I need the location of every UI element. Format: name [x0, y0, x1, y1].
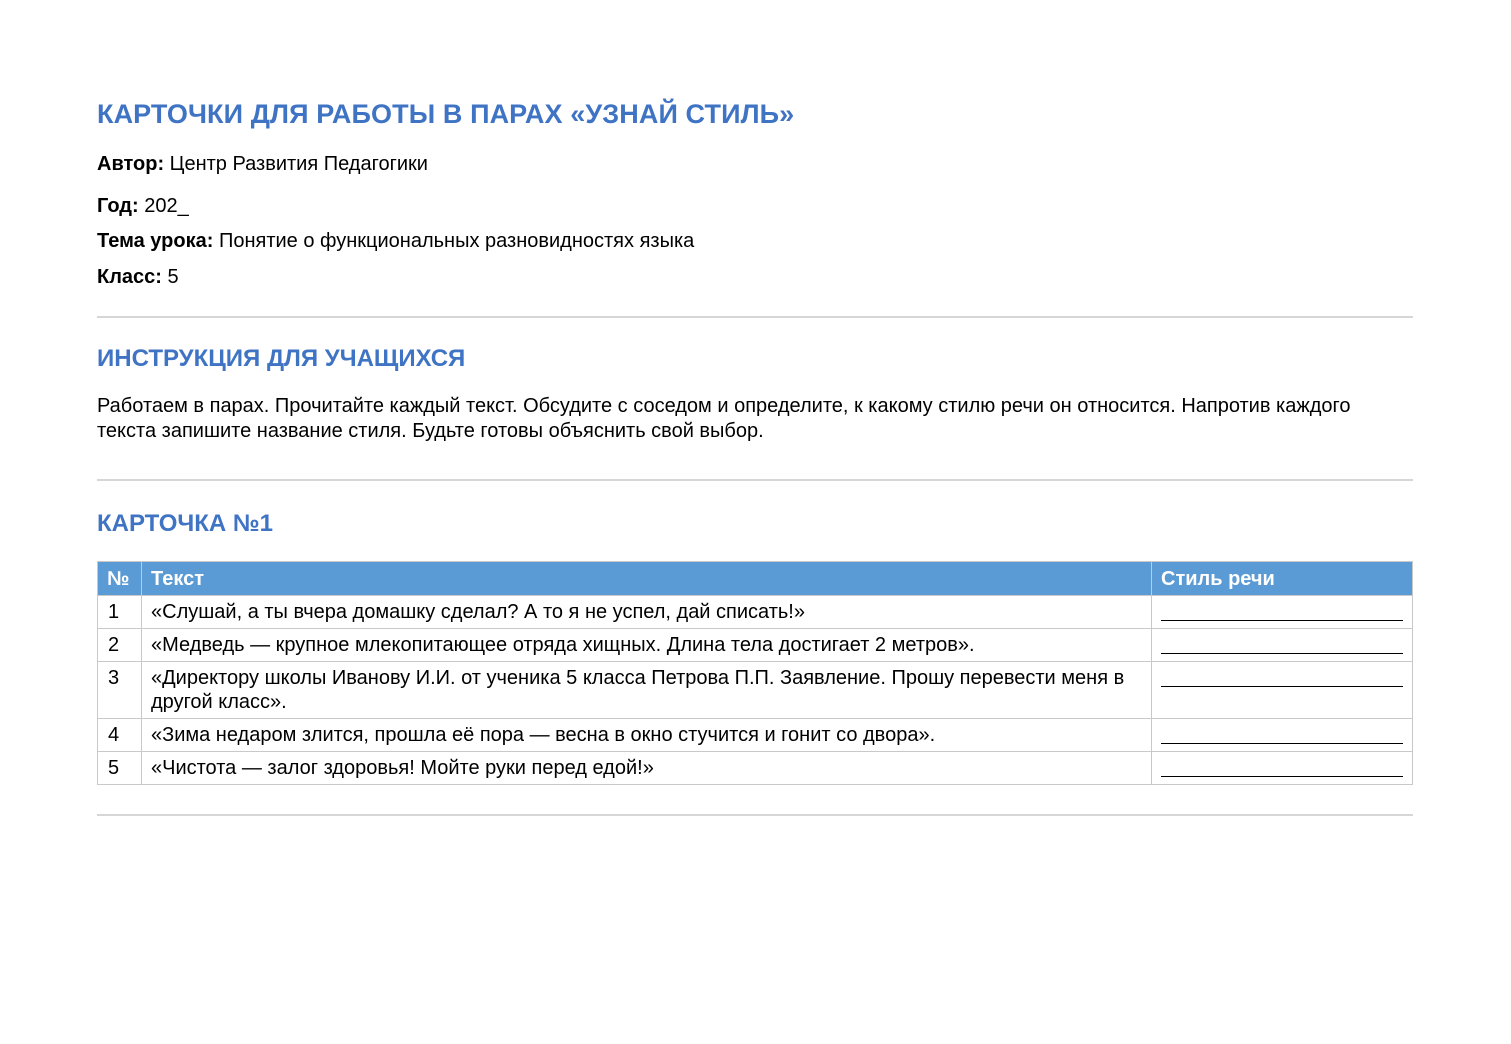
style-answer-cell[interactable] [1151, 718, 1413, 752]
divider [97, 814, 1413, 816]
answer-blank-line[interactable] [1161, 666, 1403, 687]
row-number: 4 [97, 718, 142, 752]
meta-class-value: 5 [167, 266, 179, 288]
divider [97, 479, 1413, 481]
style-answer-cell[interactable] [1151, 661, 1413, 719]
row-number: 1 [97, 595, 142, 629]
document-title: КАРТОЧКИ ДЛЯ РАБОТЫ В ПАРАХ «УЗНАЙ СТИЛЬ… [97, 99, 795, 129]
style-answer-cell[interactable] [1151, 751, 1413, 785]
table-row: 2 «Медведь — крупное млекопитающее отряд… [97, 628, 1413, 662]
card-title: КАРТОЧКА №1 [97, 510, 274, 537]
row-number: 5 [97, 751, 142, 785]
meta-topic-value: Понятие о функциональных разновидностях … [218, 230, 695, 252]
divider [97, 316, 1413, 318]
style-answer-cell[interactable] [1151, 595, 1413, 629]
meta-class-label: Класс: [97, 266, 162, 288]
column-header-text: Текст [141, 561, 1152, 596]
instructions-text: Работаем в парах. Прочитайте каждый текс… [97, 395, 1351, 442]
instructions-title: ИНСТРУКЦИЯ ДЛЯ УЧАЩИХСЯ [97, 345, 466, 372]
row-text: «Директору школы Иванову И.И. от ученика… [141, 661, 1152, 719]
meta-author: Автор: Центр Развития Педагогики [97, 152, 1413, 176]
row-text: «Медведь — крупное млекопитающее отряда … [141, 628, 1152, 662]
answer-blank-line[interactable] [1161, 600, 1403, 621]
table-row: 5 «Чистота — залог здоровья! Мойте руки … [97, 751, 1413, 785]
meta-topic: Тема урока: Понятие о функциональных раз… [97, 229, 1413, 253]
meta-author-value: Центр Развития Педагогики [169, 153, 428, 175]
meta-author-label: Автор: [97, 153, 165, 175]
answer-blank-line[interactable] [1161, 756, 1403, 777]
card-table: № Текст Стиль речи 1 «Слушай, а ты вчера… [97, 561, 1413, 785]
meta-year-value: 202_ [144, 195, 189, 217]
column-header-num: № [97, 561, 142, 596]
row-number: 2 [97, 628, 142, 662]
row-text: «Слушай, а ты вчера домашку сделал? А то… [141, 595, 1152, 629]
worksheet-page: КАРТОЧКИ ДЛЯ РАБОТЫ В ПАРАХ «УЗНАЙ СТИЛЬ… [97, 96, 1413, 816]
table-row: 3 «Директору школы Иванову И.И. от учени… [97, 661, 1413, 719]
row-text: «Чистота — залог здоровья! Мойте руки пе… [141, 751, 1152, 785]
answer-blank-line[interactable] [1161, 633, 1403, 654]
meta-year: Год: 202_ [97, 194, 1413, 218]
meta-class: Класс: 5 [97, 265, 1413, 289]
answer-blank-line[interactable] [1161, 723, 1403, 744]
style-answer-cell[interactable] [1151, 628, 1413, 662]
table-row: 4 «Зима недаром злится, прошла её пора —… [97, 718, 1413, 752]
row-text: «Зима недаром злится, прошла её пора — в… [141, 718, 1152, 752]
meta-year-label: Год: [97, 195, 139, 217]
meta-topic-label: Тема урока: [97, 230, 214, 252]
column-header-style: Стиль речи [1151, 561, 1413, 596]
table-row: 1 «Слушай, а ты вчера домашку сделал? А … [97, 595, 1413, 629]
table-header-row: № Текст Стиль речи [97, 561, 1413, 596]
row-number: 3 [97, 661, 142, 719]
